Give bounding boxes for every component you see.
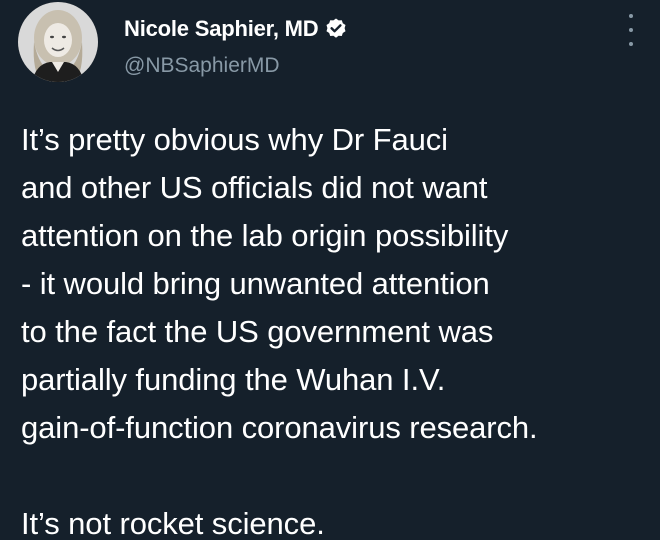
tweet-line: to the fact the US government was — [21, 314, 494, 349]
tweet-card: Nicole Saphier, MD @NBSaphierMD It’s pre… — [0, 0, 660, 540]
avatar[interactable] — [18, 2, 98, 82]
tweet-line: It’s pretty obvious why Dr Fauci — [21, 122, 448, 157]
author-handle[interactable]: @NBSaphierMD — [124, 54, 280, 78]
tweet-closing-line: It’s not rocket science. — [21, 506, 325, 540]
dot — [629, 14, 633, 18]
tweet-text: It’s pretty obvious why Dr Fauci and oth… — [21, 116, 646, 540]
author-name-row[interactable]: Nicole Saphier, MD — [124, 14, 348, 44]
more-vertical-icon[interactable] — [624, 14, 638, 46]
tweet-line: partially funding the Wuhan I.V. — [21, 362, 446, 397]
author-display-name[interactable]: Nicole Saphier, MD — [124, 16, 319, 42]
verified-badge-icon — [324, 17, 348, 41]
profile-photo — [18, 2, 98, 82]
tweet-line: attention on the lab origin possibility — [21, 218, 509, 253]
tweet-line: gain-of-function coronavirus research. — [21, 410, 538, 445]
tweet-line: - it would bring unwanted attention — [21, 266, 490, 301]
tweet-line: and other US officials did not want — [21, 170, 488, 205]
dot — [629, 28, 633, 32]
dot — [629, 42, 633, 46]
